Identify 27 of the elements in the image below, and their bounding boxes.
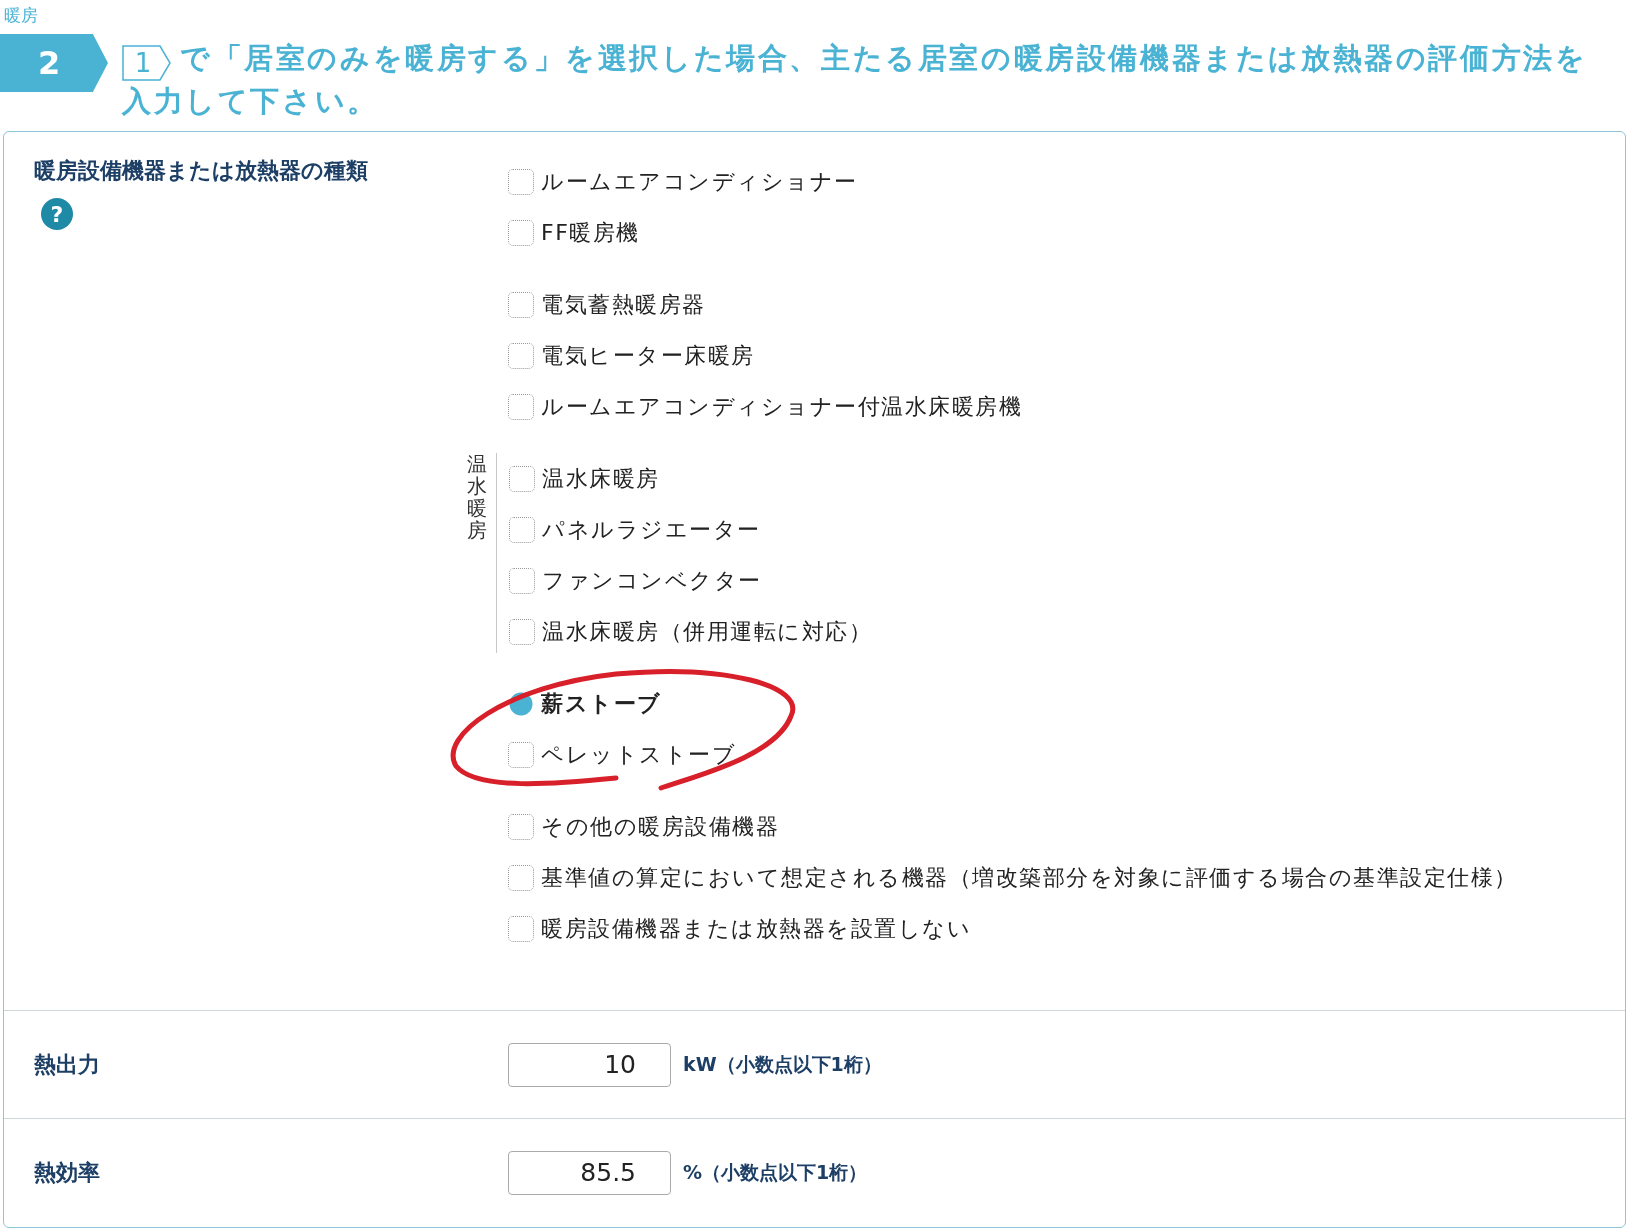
option-item[interactable]: ルームエアコンディショナー (508, 156, 1625, 207)
section-title: 1 で「居室のみを暖房する」を選択した場合、主たる居室の暖房設備機器または放熱器の評価方法を入力して下さい。 (122, 40, 1589, 120)
field-label: 暖房設備機器または放熱器の種類 (34, 157, 369, 185)
number-input[interactable]: 85.5 (508, 1150, 671, 1195)
option-item[interactable]: 基準値の算定において想定される機器（増改築部分を対象に評価する場合の基準設定仕様） (508, 852, 1625, 903)
field-label: 熱効率 (34, 1158, 101, 1187)
option-item[interactable]: 暖房設備機器または放熱器を設置しない (508, 903, 1625, 954)
group-label: 温水暖房 (450, 453, 497, 653)
unit-label: kW（小数点以下1桁） (683, 1051, 882, 1077)
unit-label: %（小数点以下1桁） (683, 1159, 868, 1185)
number-input[interactable]: 10 (508, 1042, 671, 1087)
category-label: 暖房 (3, 4, 39, 27)
step-reference: 1 (122, 45, 172, 81)
option-item[interactable]: 温水床暖房（併用運転に対応） (509, 606, 872, 657)
help-icon[interactable]: ? (41, 198, 73, 230)
option-item[interactable]: その他の暖房設備機器 (508, 801, 1625, 852)
option-item[interactable]: 薪ストーブ (508, 678, 1625, 729)
step-number: 2 (0, 34, 108, 92)
option-item[interactable]: ペレットストーブ (508, 729, 1625, 780)
field-label: 熱出力 (34, 1050, 101, 1079)
option-item[interactable]: パネルラジエーター (509, 504, 872, 555)
option-item[interactable]: 電気蓄熱暖房器 (508, 279, 1625, 330)
option-item[interactable]: 電気ヒーター床暖房 (508, 330, 1625, 381)
option-item[interactable]: ルームエアコンディショナー付温水床暖房機 (508, 381, 1625, 432)
option-item[interactable]: ファンコンベクター (509, 555, 872, 606)
option-item[interactable]: FF暖房機 (508, 207, 1625, 258)
option-item[interactable]: 温水床暖房 (509, 453, 872, 504)
